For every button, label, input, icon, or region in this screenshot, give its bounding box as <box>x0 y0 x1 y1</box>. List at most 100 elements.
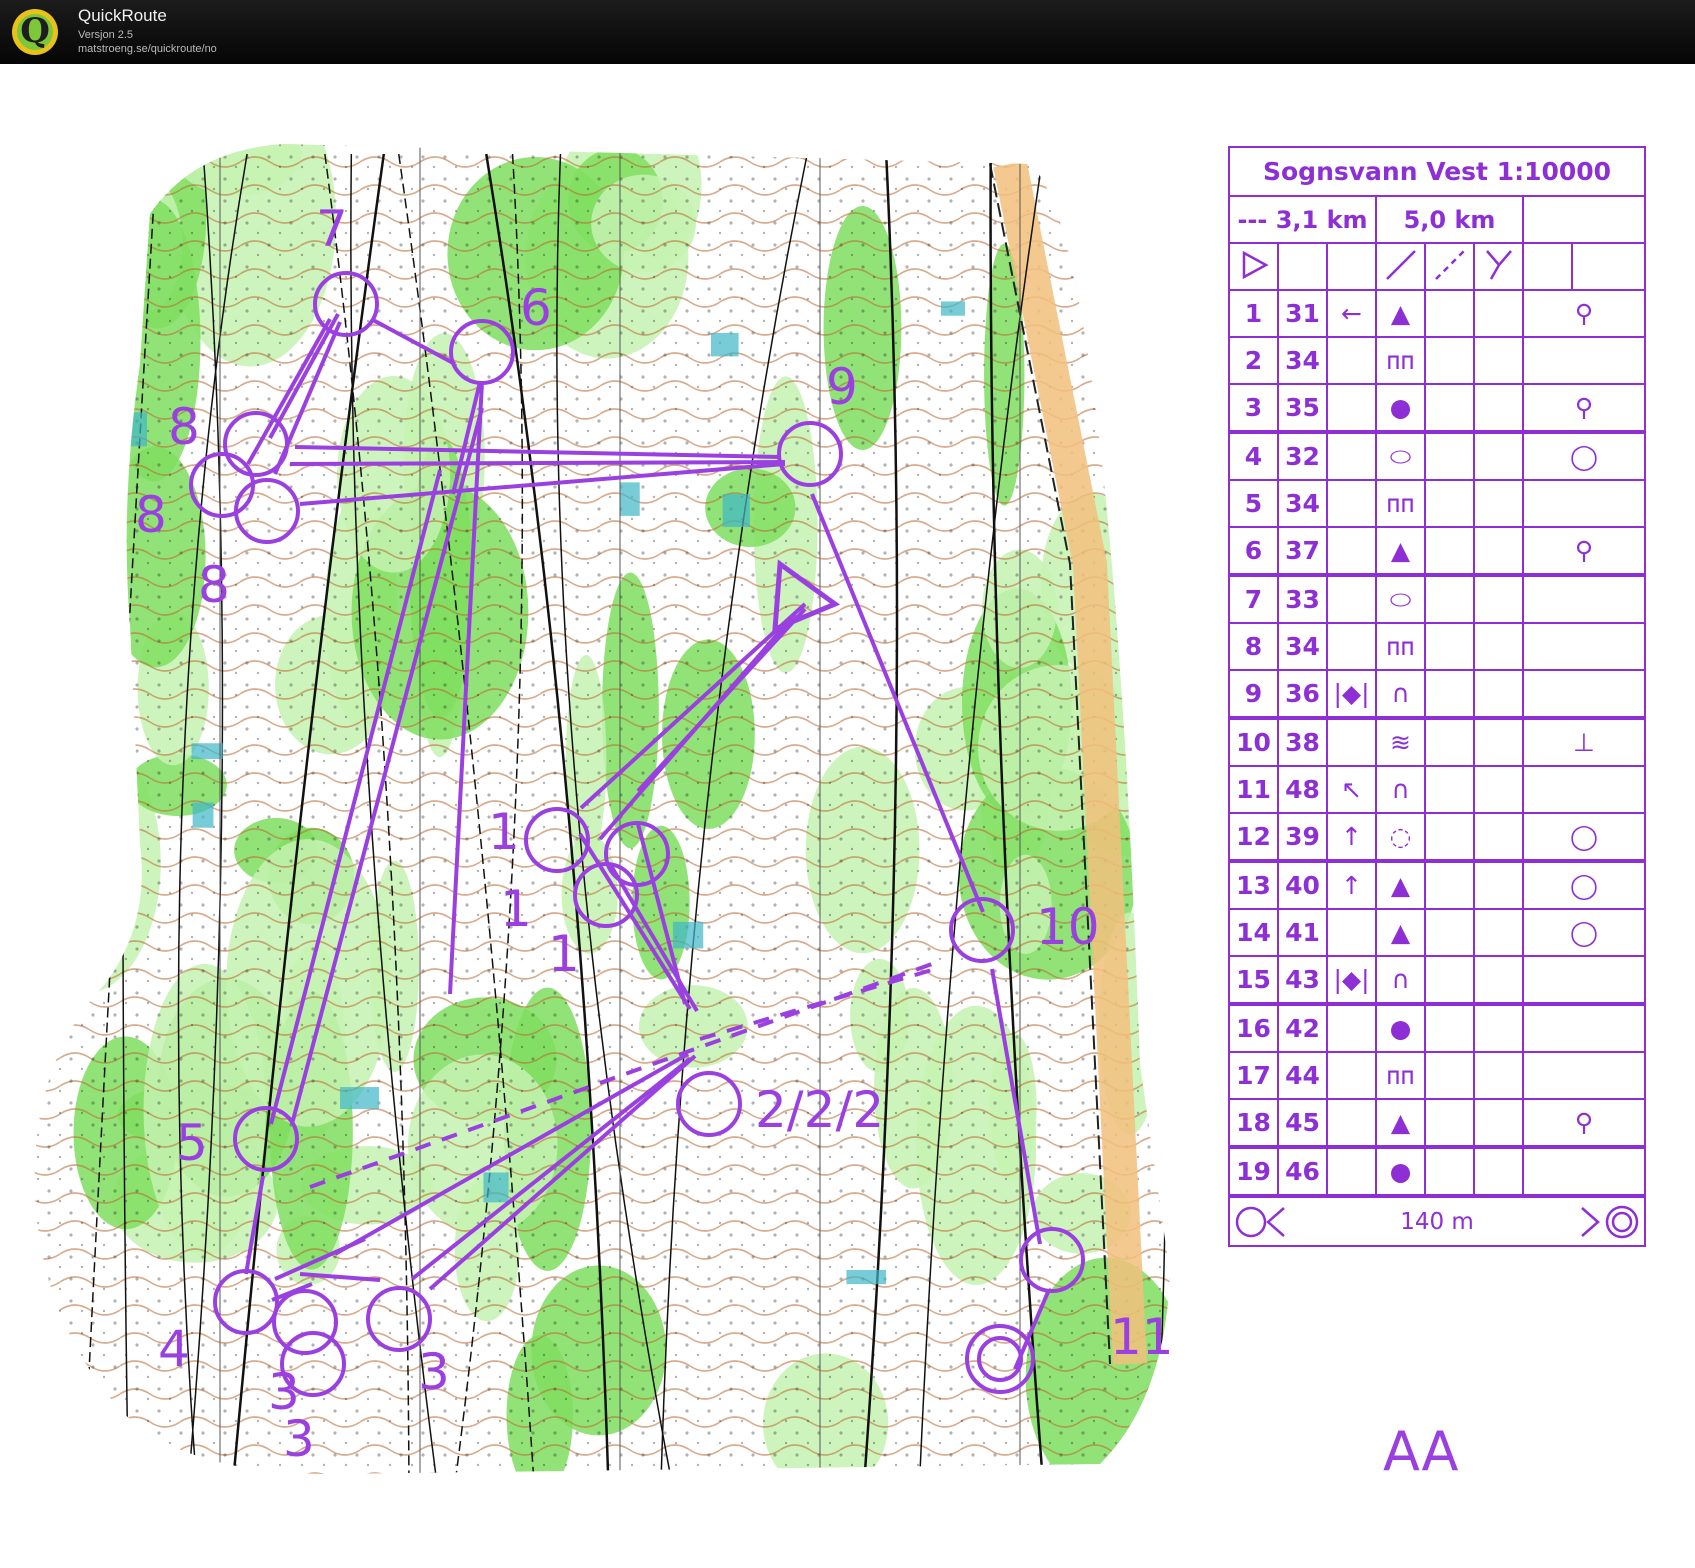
control-number: 10 <box>1036 898 1100 956</box>
control-cell-col-g <box>1521 669 1647 719</box>
control-cell-col-f <box>1473 669 1524 719</box>
control-cell-num: 19 <box>1228 1145 1279 1197</box>
control-cell-num: 15 <box>1228 955 1279 1005</box>
control-cell-col-e <box>1424 622 1475 671</box>
finish-circle-icon <box>1581 1205 1639 1239</box>
control-cell-code: 45 <box>1277 1098 1328 1148</box>
control-cell-col-d: ▲ <box>1375 526 1426 576</box>
control-cell-col-f <box>1473 859 1524 910</box>
control-number: 5 <box>176 1114 208 1172</box>
control-cell-col-f <box>1473 1145 1524 1197</box>
control-cell-col-d: ⬭ <box>1375 573 1426 624</box>
control-cell-col-c <box>1326 526 1377 576</box>
control-cell-num: 9 <box>1228 669 1279 719</box>
control-cell-code: 37 <box>1277 526 1328 576</box>
control-cell-col-g: ⚲ <box>1521 383 1647 433</box>
control-cell-col-f <box>1473 1002 1524 1053</box>
control-cell-col-d: ∩ <box>1375 955 1426 1005</box>
control-cell-col-c <box>1326 336 1377 385</box>
control-row: 15 43 |◆| ∩ <box>1228 955 1647 1005</box>
control-cell-col-g <box>1521 336 1647 385</box>
control-cell-col-c: |◆| <box>1326 955 1377 1005</box>
control-row: 12 39 ↑ ◌ ◯ <box>1228 812 1647 862</box>
control-number: 1 <box>500 880 532 938</box>
control-cell-col-c: ↖ <box>1326 765 1377 814</box>
control-cell-code: 34 <box>1277 336 1328 385</box>
control-cell-col-d: ᴨᴨ <box>1375 336 1426 385</box>
app-title: QuickRoute <box>78 6 167 25</box>
control-cell-col-d: ● <box>1375 1002 1426 1053</box>
control-cell-col-c <box>1326 430 1377 481</box>
control-cell-code: 39 <box>1277 812 1328 862</box>
control-cell-col-c <box>1326 908 1377 957</box>
control-row: 2 34 ᴨᴨ <box>1228 336 1647 385</box>
control-cell-col-c <box>1326 1145 1377 1197</box>
control-description-card: Sognsvann Vest 1:10000 --- 3,1 km 5,0 km <box>1227 146 1647 1247</box>
control-cell-col-c: |◆| <box>1326 669 1377 719</box>
control-cell-code: 33 <box>1277 573 1328 624</box>
control-cell-col-e <box>1424 669 1475 719</box>
control-number: 8 <box>135 486 167 544</box>
control-cell-col-d: ᴨᴨ <box>1375 622 1426 671</box>
control-cell-col-e <box>1424 859 1475 910</box>
control-cell-num: 14 <box>1228 908 1279 957</box>
title-bar: Q QuickRoute Versjon 2.5 matstroeng.se/q… <box>0 0 1695 64</box>
control-row: 11 48 ↖ ∩ <box>1228 765 1647 814</box>
control-cell-code: 34 <box>1277 479 1328 528</box>
control-cell-col-d: ⬭ <box>1375 430 1426 481</box>
control-cell-code: 46 <box>1277 1145 1328 1197</box>
control-cell-col-g: ⚲ <box>1521 526 1647 576</box>
control-cell-code: 43 <box>1277 955 1328 1005</box>
control-cell-col-f <box>1473 336 1524 385</box>
control-cell-col-g: ⚲ <box>1521 289 1647 338</box>
control-cell-col-e <box>1424 1051 1475 1100</box>
control-cell-num: 17 <box>1228 1051 1279 1100</box>
control-number: 6 <box>520 279 552 337</box>
control-cell-num: 10 <box>1228 716 1279 767</box>
control-cell-col-f <box>1473 430 1524 481</box>
control-cell-col-g <box>1521 622 1647 671</box>
control-cell-col-e <box>1424 716 1475 767</box>
control-cell-col-g <box>1521 1002 1647 1053</box>
control-cell-col-d: ≋ <box>1375 716 1426 767</box>
control-cell-col-f <box>1473 383 1524 433</box>
control-cell-col-f <box>1473 812 1524 862</box>
control-cell-num: 7 <box>1228 573 1279 624</box>
control-cell-col-g <box>1521 955 1647 1005</box>
control-cell-col-g: ◯ <box>1521 812 1647 862</box>
control-number: 9 <box>826 358 858 416</box>
control-row: 8 34 ᴨᴨ <box>1228 622 1647 671</box>
control-cell-code: 48 <box>1277 765 1328 814</box>
control-cell-col-g: ⊥ <box>1521 716 1647 767</box>
control-row: 16 42 ● <box>1228 1002 1647 1053</box>
control-cell-col-e <box>1424 1145 1475 1197</box>
control-row: 6 37 ▲ ⚲ <box>1228 526 1647 576</box>
control-number: 8 <box>168 398 200 456</box>
app-url[interactable]: matstroeng.se/quickroute/no <box>78 43 217 55</box>
control-cell-col-g <box>1521 1051 1647 1100</box>
control-cell-col-d: ● <box>1375 383 1426 433</box>
control-cell-col-e <box>1424 908 1475 957</box>
control-cell-code: 36 <box>1277 669 1328 719</box>
control-cell-col-d: ● <box>1375 1145 1426 1197</box>
control-row: 14 41 ▲ ◯ <box>1228 908 1647 957</box>
control-cell-col-e <box>1424 1002 1475 1053</box>
control-cell-num: 1 <box>1228 289 1279 338</box>
control-number: 2/2/2 <box>755 1081 884 1139</box>
control-cell-code: 32 <box>1277 430 1328 481</box>
map-viewport[interactable]: 1 1 1 2/2/2 3 3 3 4 5 6 7 8 8 8 9 10 11 <box>0 64 1695 1568</box>
control-row: 10 38 ≋ ⊥ <box>1228 716 1647 767</box>
total-length: 5,0 km <box>1375 195 1524 244</box>
control-number: 3 <box>283 1410 315 1468</box>
control-cell-num: 2 <box>1228 336 1279 385</box>
control-cell-col-g <box>1521 1145 1647 1197</box>
control-cell-col-f <box>1473 1098 1524 1148</box>
control-cell-col-e <box>1424 955 1475 1005</box>
control-number: 7 <box>316 200 348 258</box>
follow-line-icon <box>1375 242 1426 291</box>
control-number: 8 <box>198 556 230 614</box>
control-cell-num: 13 <box>1228 859 1279 910</box>
control-cell-num: 8 <box>1228 622 1279 671</box>
control-cell-col-f <box>1473 573 1524 624</box>
control-row: 4 32 ⬭ ◯ <box>1228 430 1647 481</box>
